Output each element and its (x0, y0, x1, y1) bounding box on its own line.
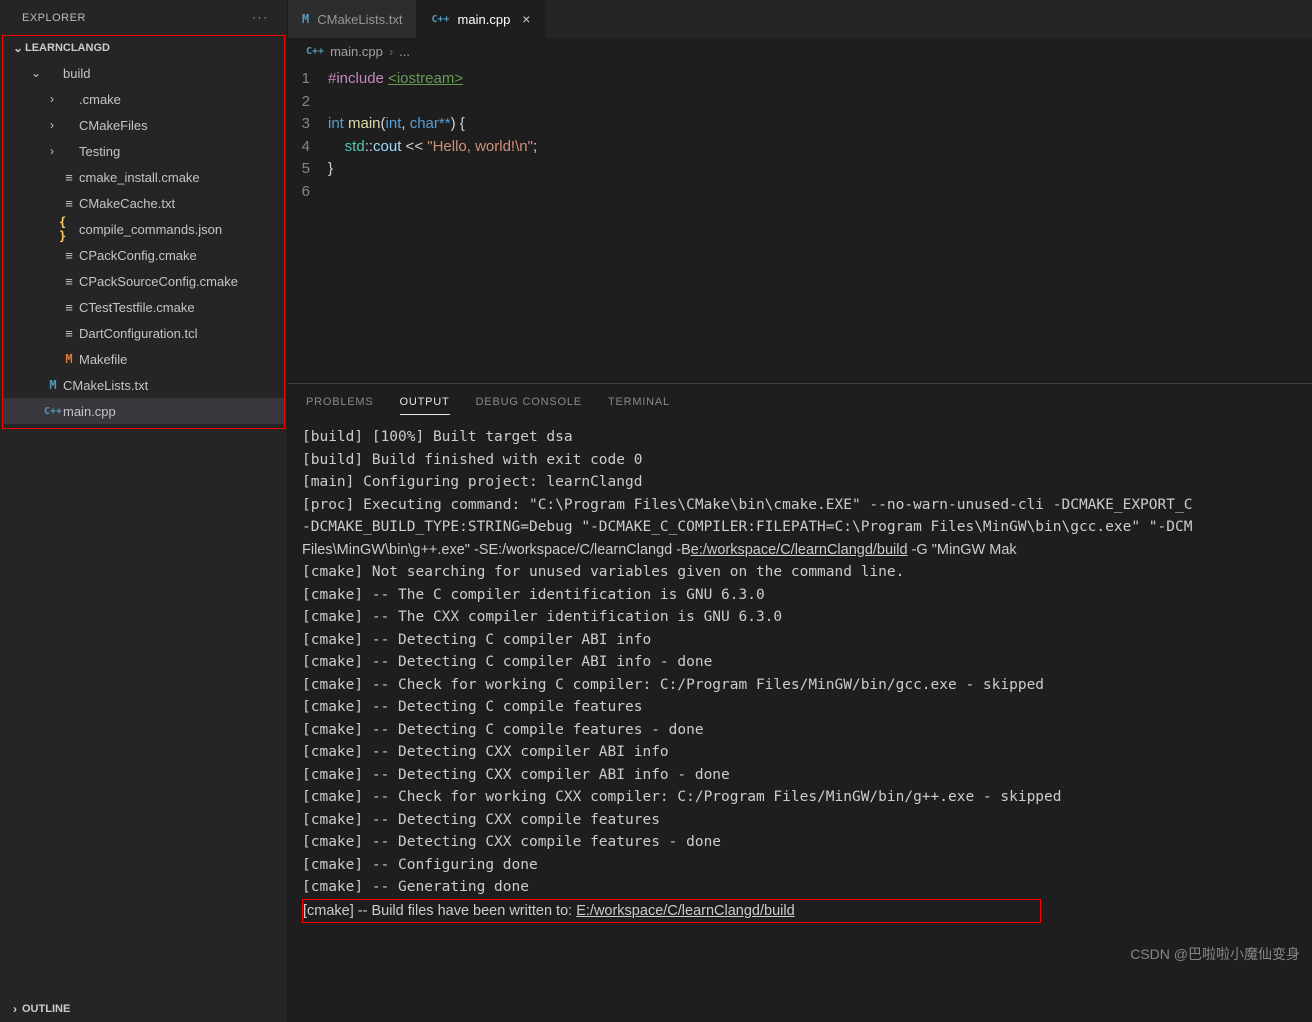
line-number: 4 (288, 136, 328, 159)
tree-item[interactable]: › Testing (3, 138, 284, 164)
tree-label: compile_commands.json (79, 222, 222, 237)
outline-label: OUTLINE (22, 1003, 70, 1015)
tree-label: .cmake (79, 92, 121, 107)
tree-item[interactable]: C++main.cpp (3, 398, 284, 424)
workspace-root[interactable]: ⌄ LEARNCLANGD (3, 36, 284, 60)
tab-label: CMakeLists.txt (317, 12, 402, 27)
file-icon: { } (59, 215, 79, 243)
file-icon: M (302, 12, 309, 26)
file-icon: ≡ (59, 300, 79, 315)
tab-label: main.cpp (458, 12, 511, 27)
more-icon[interactable]: ··· (252, 12, 269, 24)
tree-label: CPackSourceConfig.cmake (79, 274, 238, 289)
line-number: 2 (288, 91, 328, 114)
editor-tab[interactable]: M CMakeLists.txt (288, 0, 417, 38)
tree-item[interactable]: › CMakeFiles (3, 112, 284, 138)
breadcrumb-file: main.cpp (330, 44, 383, 59)
explorer-header: EXPLORER ··· (0, 0, 287, 35)
tree-item[interactable]: ≡CMakeCache.txt (3, 190, 284, 216)
tree-label: DartConfiguration.tcl (79, 326, 198, 341)
chevron-right-icon: › (389, 44, 393, 59)
file-icon: C++ (431, 14, 449, 25)
tree-label: CMakeCache.txt (79, 196, 175, 211)
code-editor[interactable]: 1#include <iostream> 2 3int main(int, ch… (288, 64, 1312, 203)
editor-tabs: M CMakeLists.txt C++ main.cpp × (288, 0, 1312, 38)
breadcrumb-rest: ... (399, 44, 410, 59)
tree-item[interactable]: MMakefile (3, 346, 284, 372)
file-icon: ≡ (59, 248, 79, 263)
workspace-name: LEARNCLANGD (25, 42, 110, 54)
editor-group: M CMakeLists.txt C++ main.cpp × C++ main.cpp… (288, 0, 1312, 1022)
panel-tabs: PROBLEMS OUTPUT DEBUG CONSOLE TERMINAL (288, 384, 1312, 420)
tree-item[interactable]: ≡CPackConfig.cmake (3, 242, 284, 268)
tree-label: Makefile (79, 352, 127, 367)
chevron-icon: › (45, 118, 59, 132)
file-icon: M (43, 378, 63, 392)
cpp-icon: C++ (306, 46, 324, 57)
file-icon: ≡ (59, 170, 79, 185)
chevron-icon: ⌄ (29, 66, 43, 80)
tree-item[interactable]: › .cmake (3, 86, 284, 112)
line-number: 1 (288, 68, 328, 91)
tree-item[interactable]: ≡cmake_install.cmake (3, 164, 284, 190)
output-area[interactable]: [build] [100%] Built target dsa [build] … (288, 420, 1312, 1022)
tree-label: CMakeFiles (79, 118, 148, 133)
tree-item[interactable]: ≡DartConfiguration.tcl (3, 320, 284, 346)
tree-label: CTestTestfile.cmake (79, 300, 195, 315)
tree-label: build (63, 66, 90, 81)
line-number: 5 (288, 158, 328, 181)
close-icon[interactable]: × (522, 11, 530, 27)
tree-label: CPackConfig.cmake (79, 248, 197, 263)
chevron-icon: › (45, 144, 59, 158)
panel-tab[interactable]: TERMINAL (608, 390, 670, 414)
file-icon: M (59, 352, 79, 366)
tree-item[interactable]: ≡CTestTestfile.cmake (3, 294, 284, 320)
outline-section[interactable]: › OUTLINE (0, 996, 287, 1022)
chevron-icon: › (45, 92, 59, 106)
chevron-right-icon: › (8, 1002, 22, 1016)
file-icon: ≡ (59, 326, 79, 341)
chevron-down-icon: ⌄ (11, 41, 25, 55)
explorer-title: EXPLORER (22, 12, 86, 24)
file-tree: ⌄ LEARNCLANGD ⌄ build › .cmake › CMakeFiles › T… (2, 35, 285, 429)
explorer-sidebar: EXPLORER ··· ⌄ LEARNCLANGD ⌄ build › .cmake… (0, 0, 288, 1022)
breadcrumb[interactable]: C++ main.cpp › ... (288, 38, 1312, 64)
panel-tab[interactable]: DEBUG CONSOLE (476, 390, 582, 414)
tree-item[interactable]: ⌄ build (3, 60, 284, 86)
line-number: 6 (288, 181, 328, 204)
editor-blank[interactable] (288, 203, 1312, 383)
panel-tab[interactable]: OUTPUT (400, 390, 450, 415)
tree-label: Testing (79, 144, 120, 159)
tree-item[interactable]: ≡CPackSourceConfig.cmake (3, 268, 284, 294)
file-icon: C++ (43, 406, 63, 417)
bottom-panel: PROBLEMS OUTPUT DEBUG CONSOLE TERMINAL [bui… (288, 383, 1312, 1022)
watermark: CSDN @巴啦啦小魔仙变身 (1130, 944, 1300, 964)
panel-tab[interactable]: PROBLEMS (306, 390, 374, 414)
tree-item[interactable]: { }compile_commands.json (3, 216, 284, 242)
tree-label: cmake_install.cmake (79, 170, 200, 185)
file-icon: ≡ (59, 274, 79, 289)
tree-item[interactable]: MCMakeLists.txt (3, 372, 284, 398)
editor-tab[interactable]: C++ main.cpp × (417, 0, 545, 38)
tree-label: main.cpp (63, 404, 116, 419)
file-icon: ≡ (59, 196, 79, 211)
line-number: 3 (288, 113, 328, 136)
tree-label: CMakeLists.txt (63, 378, 148, 393)
